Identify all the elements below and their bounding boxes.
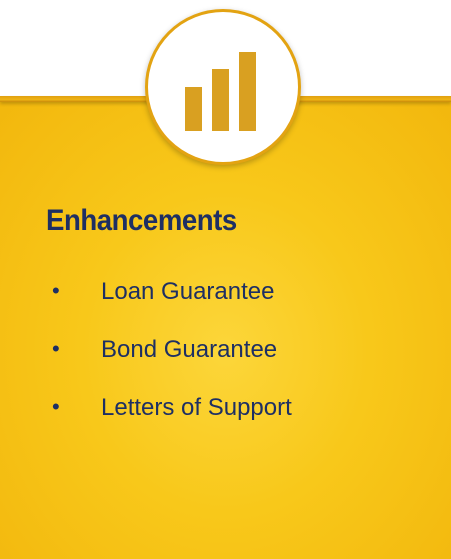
bar-chart-icon bbox=[185, 52, 256, 131]
list-item-label: Loan Guarantee bbox=[101, 278, 275, 305]
bullet: • bbox=[52, 336, 60, 361]
card-title: Enhancements bbox=[46, 204, 237, 237]
list-item: • Loan Guarantee bbox=[0, 278, 451, 336]
list-item: • Bond Guarantee bbox=[0, 336, 451, 394]
bar-chart-bar-short bbox=[185, 87, 202, 131]
bar-chart-bar-medium bbox=[212, 69, 229, 131]
list-item-label: Bond Guarantee bbox=[101, 336, 278, 363]
icon-badge bbox=[145, 9, 301, 165]
bullet: • bbox=[52, 394, 60, 419]
bar-chart-bar-tall bbox=[239, 52, 256, 131]
list-item-label: Letters of Support bbox=[101, 394, 292, 421]
bullet: • bbox=[52, 278, 60, 303]
enhancements-list: • Loan Guarantee • Bond Guarantee • Lett… bbox=[0, 278, 451, 452]
list-item: • Letters of Support bbox=[0, 394, 451, 452]
